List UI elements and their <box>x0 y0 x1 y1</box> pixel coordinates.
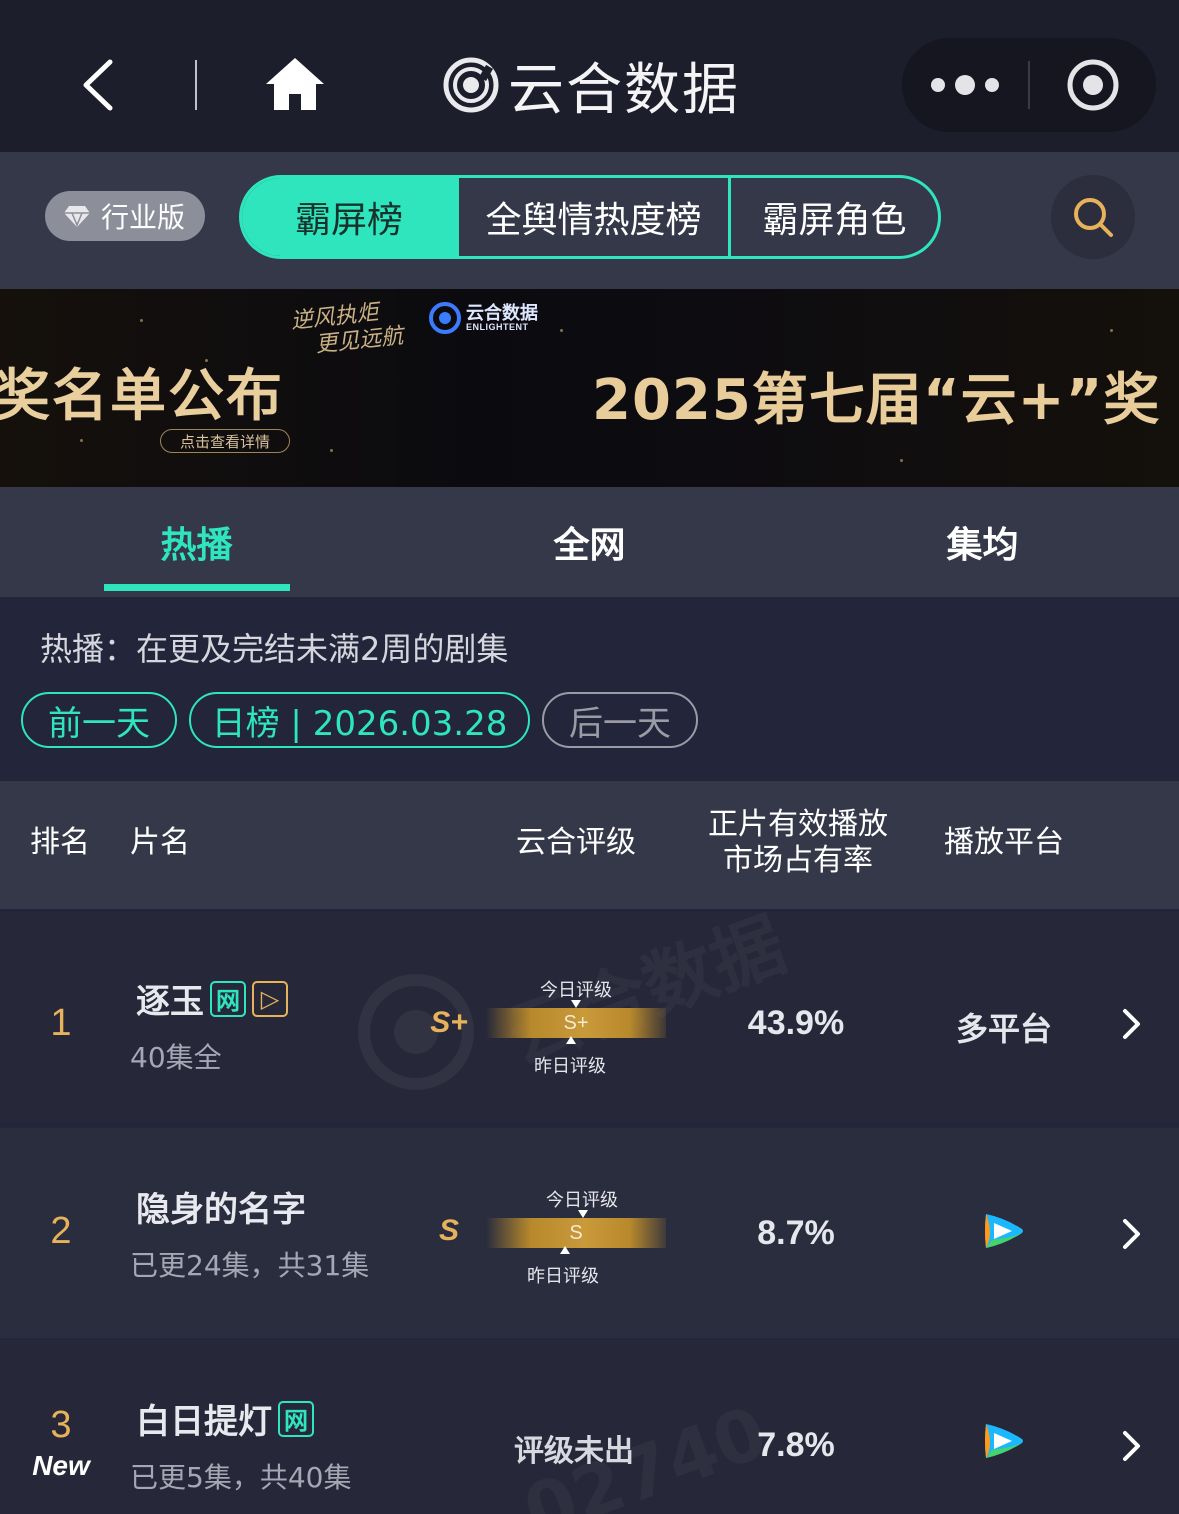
active-tab-indicator <box>104 584 290 591</box>
award-banner[interactable]: 奖名单公布 点击查看详情 逆风执炬 更见远航 云合数据 ENLIGHTENT 2… <box>0 289 1179 487</box>
rank-number: 1 <box>50 1002 72 1044</box>
chevron-right-icon[interactable] <box>1120 1216 1144 1252</box>
yesterday-grade-label: 昨日评级 <box>534 1056 606 1077</box>
header-platform: 播放平台 <box>944 825 1064 860</box>
banner-slogan: 逆风执炬 更见远航 <box>290 297 415 361</box>
table-row[interactable]: 2 隐身的名字 已更24集，共31集 S 今日评级 S 昨日评级 8.7% <box>0 1128 1179 1338</box>
home-icon[interactable] <box>264 56 326 112</box>
grade-letter: S <box>438 1214 459 1247</box>
chevron-right-icon[interactable] <box>1120 1006 1144 1042</box>
banner-logo-en: ENLIGHTENT <box>466 322 529 332</box>
grade-letter: S+ <box>430 1006 468 1039</box>
app-title: 云合数据 <box>508 57 740 123</box>
banner-title: 2025第七届“云+”奖 <box>592 368 1161 433</box>
hot-description: 热播：在更及完结未满2周的剧集 <box>40 630 509 668</box>
close-program-icon[interactable] <box>1030 38 1156 132</box>
prev-day-button[interactable]: 前一天 <box>21 692 177 748</box>
rank-number: 2 <box>50 1210 72 1252</box>
play-badge-icon: ▷ <box>252 980 288 1017</box>
grade-pending: 评级未出 <box>514 1434 634 1469</box>
nav-divider <box>195 60 197 110</box>
header-market-share: 正片有效播放 市场占有率 <box>706 807 890 879</box>
rank-number: 3 <box>50 1404 72 1446</box>
today-grade-marker <box>578 1210 588 1218</box>
header-share-line2: 市场占有率 <box>723 843 873 878</box>
episode-status: 已更5集，共40集 <box>130 1461 352 1494</box>
today-grade-label: 今日评级 <box>540 980 612 1001</box>
yesterday-grade-label: 昨日评级 <box>527 1266 599 1287</box>
back-arrow-icon[interactable] <box>72 52 132 118</box>
tencent-video-icon <box>985 1424 1023 1458</box>
next-day-button[interactable]: 后一天 <box>542 692 698 748</box>
header-share-line1: 正片有效播放 <box>708 807 888 842</box>
banner-logo-cn: 云合数据 <box>466 303 538 323</box>
market-share: 7.8% <box>757 1426 835 1464</box>
mini-program-capsule <box>902 38 1156 132</box>
show-title-text: 隐身的名字 <box>136 1190 306 1230</box>
search-icon <box>1074 198 1113 237</box>
episode-status: 已更24集，共31集 <box>130 1249 370 1282</box>
table-header: 排名 片名 云合评级 正片有效播放 市场占有率 播放平台 <box>0 781 1179 909</box>
yesterday-grade-marker <box>566 1036 576 1044</box>
ranking-type-tabs: 霸屏榜 全舆情热度榜 霸屏角色 <box>239 175 941 259</box>
header-rank: 排名 <box>30 825 90 860</box>
edition-label: 行业版 <box>101 201 186 234</box>
market-share: 43.9% <box>747 1004 845 1042</box>
yunhe-logo-icon <box>429 302 461 334</box>
diamond-icon <box>64 206 90 227</box>
banner-logo: 云合数据 ENLIGHTENT <box>428 301 538 335</box>
new-entry-badge: New <box>32 1450 90 1481</box>
tab-hot[interactable]: 热播 <box>0 487 393 597</box>
yesterday-grade-marker <box>560 1246 570 1254</box>
tab-dominant-roles[interactable]: 霸屏角色 <box>728 178 938 256</box>
show-title[interactable]: 隐身的名字 <box>136 1182 306 1231</box>
tab-all-network[interactable]: 全网 <box>393 487 786 597</box>
header-grade: 云合评级 <box>516 825 636 860</box>
date-selector[interactable]: 日榜 | 2026.03.28 <box>189 692 530 748</box>
tab-public-opinion[interactable]: 全舆情热度榜 <box>456 178 728 256</box>
tab-screen-dominance[interactable]: 霸屏榜 <box>242 178 456 256</box>
yunhe-logo-icon <box>443 57 499 113</box>
show-title-text: 逐玉 <box>136 982 204 1022</box>
top-nav-bar: 云合数据 <box>0 0 1179 152</box>
search-button[interactable] <box>1051 175 1135 259</box>
platform-label: 多平台 <box>955 1010 1052 1048</box>
tab-per-episode[interactable]: 集均 <box>786 487 1179 597</box>
today-grade-marker <box>571 1000 581 1008</box>
grade-bar-value: S <box>569 1222 583 1244</box>
table-row[interactable]: 云合数据 1 逐玉 网 ▷ 40集全 S+ 今日评级 S+ 昨日评级 43.9%… <box>0 902 1179 1122</box>
show-title[interactable]: 逐玉 网 ▷ <box>136 974 288 1023</box>
period-tabs: 热播 全网 集均 <box>0 487 1179 597</box>
network-drama-badge: 网 <box>278 1400 314 1437</box>
show-title[interactable]: 白日提灯 网 <box>136 1394 314 1443</box>
grade-bar: S+ <box>486 1008 666 1038</box>
header-title: 片名 <box>130 825 190 860</box>
tencent-video-icon <box>985 1214 1023 1248</box>
show-title-text: 白日提灯 <box>136 1402 272 1442</box>
table-row[interactable]: 02740 3 New 白日提灯 网 已更5集，共40集 评级未出 7.8% <box>0 1340 1179 1514</box>
market-share: 8.7% <box>757 1214 835 1252</box>
chevron-right-icon[interactable] <box>1120 1428 1144 1464</box>
grade-bar: S <box>486 1218 666 1248</box>
industry-edition-badge[interactable]: 行业版 <box>45 191 205 241</box>
banner-detail-button[interactable]: 点击查看详情 <box>160 429 290 453</box>
network-drama-badge: 网 <box>210 980 246 1017</box>
banner-headline: 奖名单公布 <box>0 364 284 429</box>
grade-bar-value: S+ <box>563 1012 589 1034</box>
more-options-icon[interactable] <box>902 38 1028 132</box>
app-brand: 云合数据 <box>442 52 740 123</box>
episode-status: 40集全 <box>130 1041 222 1074</box>
today-grade-label: 今日评级 <box>546 1190 618 1211</box>
